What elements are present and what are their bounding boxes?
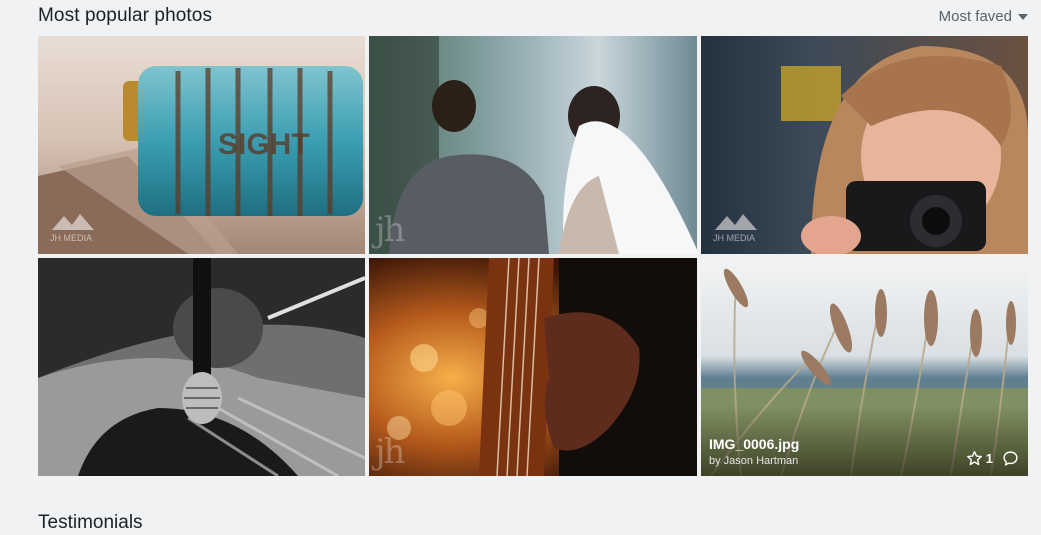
- sort-label: Most faved: [938, 7, 1012, 25]
- fave-count: 1: [985, 451, 993, 466]
- photo-title[interactable]: IMG_0006.jpg: [709, 436, 799, 452]
- watermark-logo: jh: [375, 210, 405, 250]
- photo-image: [369, 36, 697, 254]
- photo-image: [38, 258, 365, 476]
- photo-author[interactable]: by Jason Hartman: [709, 455, 798, 467]
- chevron-down-icon: [1018, 14, 1028, 20]
- watermark-logo: jh: [375, 432, 405, 472]
- photo-image: [701, 36, 1028, 254]
- fave-button[interactable]: 1: [966, 450, 993, 467]
- photo-tile[interactable]: SIGHT JH MEDIA: [38, 36, 365, 254]
- section-header: Most popular photos Most faved: [38, 0, 1028, 32]
- photo-tile[interactable]: JH MEDIA: [701, 36, 1028, 254]
- star-icon: [966, 451, 982, 466]
- photo-actions: 1: [966, 450, 1019, 467]
- photo-tile[interactable]: jh: [369, 258, 697, 476]
- section-title: Most popular photos: [38, 5, 213, 26]
- photo-tile[interactable]: IMG_0006.jpg by Jason Hartman 1: [701, 258, 1028, 476]
- photo-image: [369, 258, 697, 476]
- photo-grid: SIGHT JH MEDIA jh JH MEDIA jh IMG_0006.j…: [38, 36, 1028, 476]
- comment-icon[interactable]: [1002, 450, 1019, 467]
- photo-tile[interactable]: jh: [369, 36, 697, 254]
- photo-tile[interactable]: [38, 258, 365, 476]
- photo-image: SIGHT: [38, 36, 365, 254]
- svg-text:SIGHT: SIGHT: [218, 128, 310, 161]
- sort-dropdown[interactable]: Most faved: [939, 8, 1028, 25]
- testimonials-heading: Testimonials: [38, 512, 143, 533]
